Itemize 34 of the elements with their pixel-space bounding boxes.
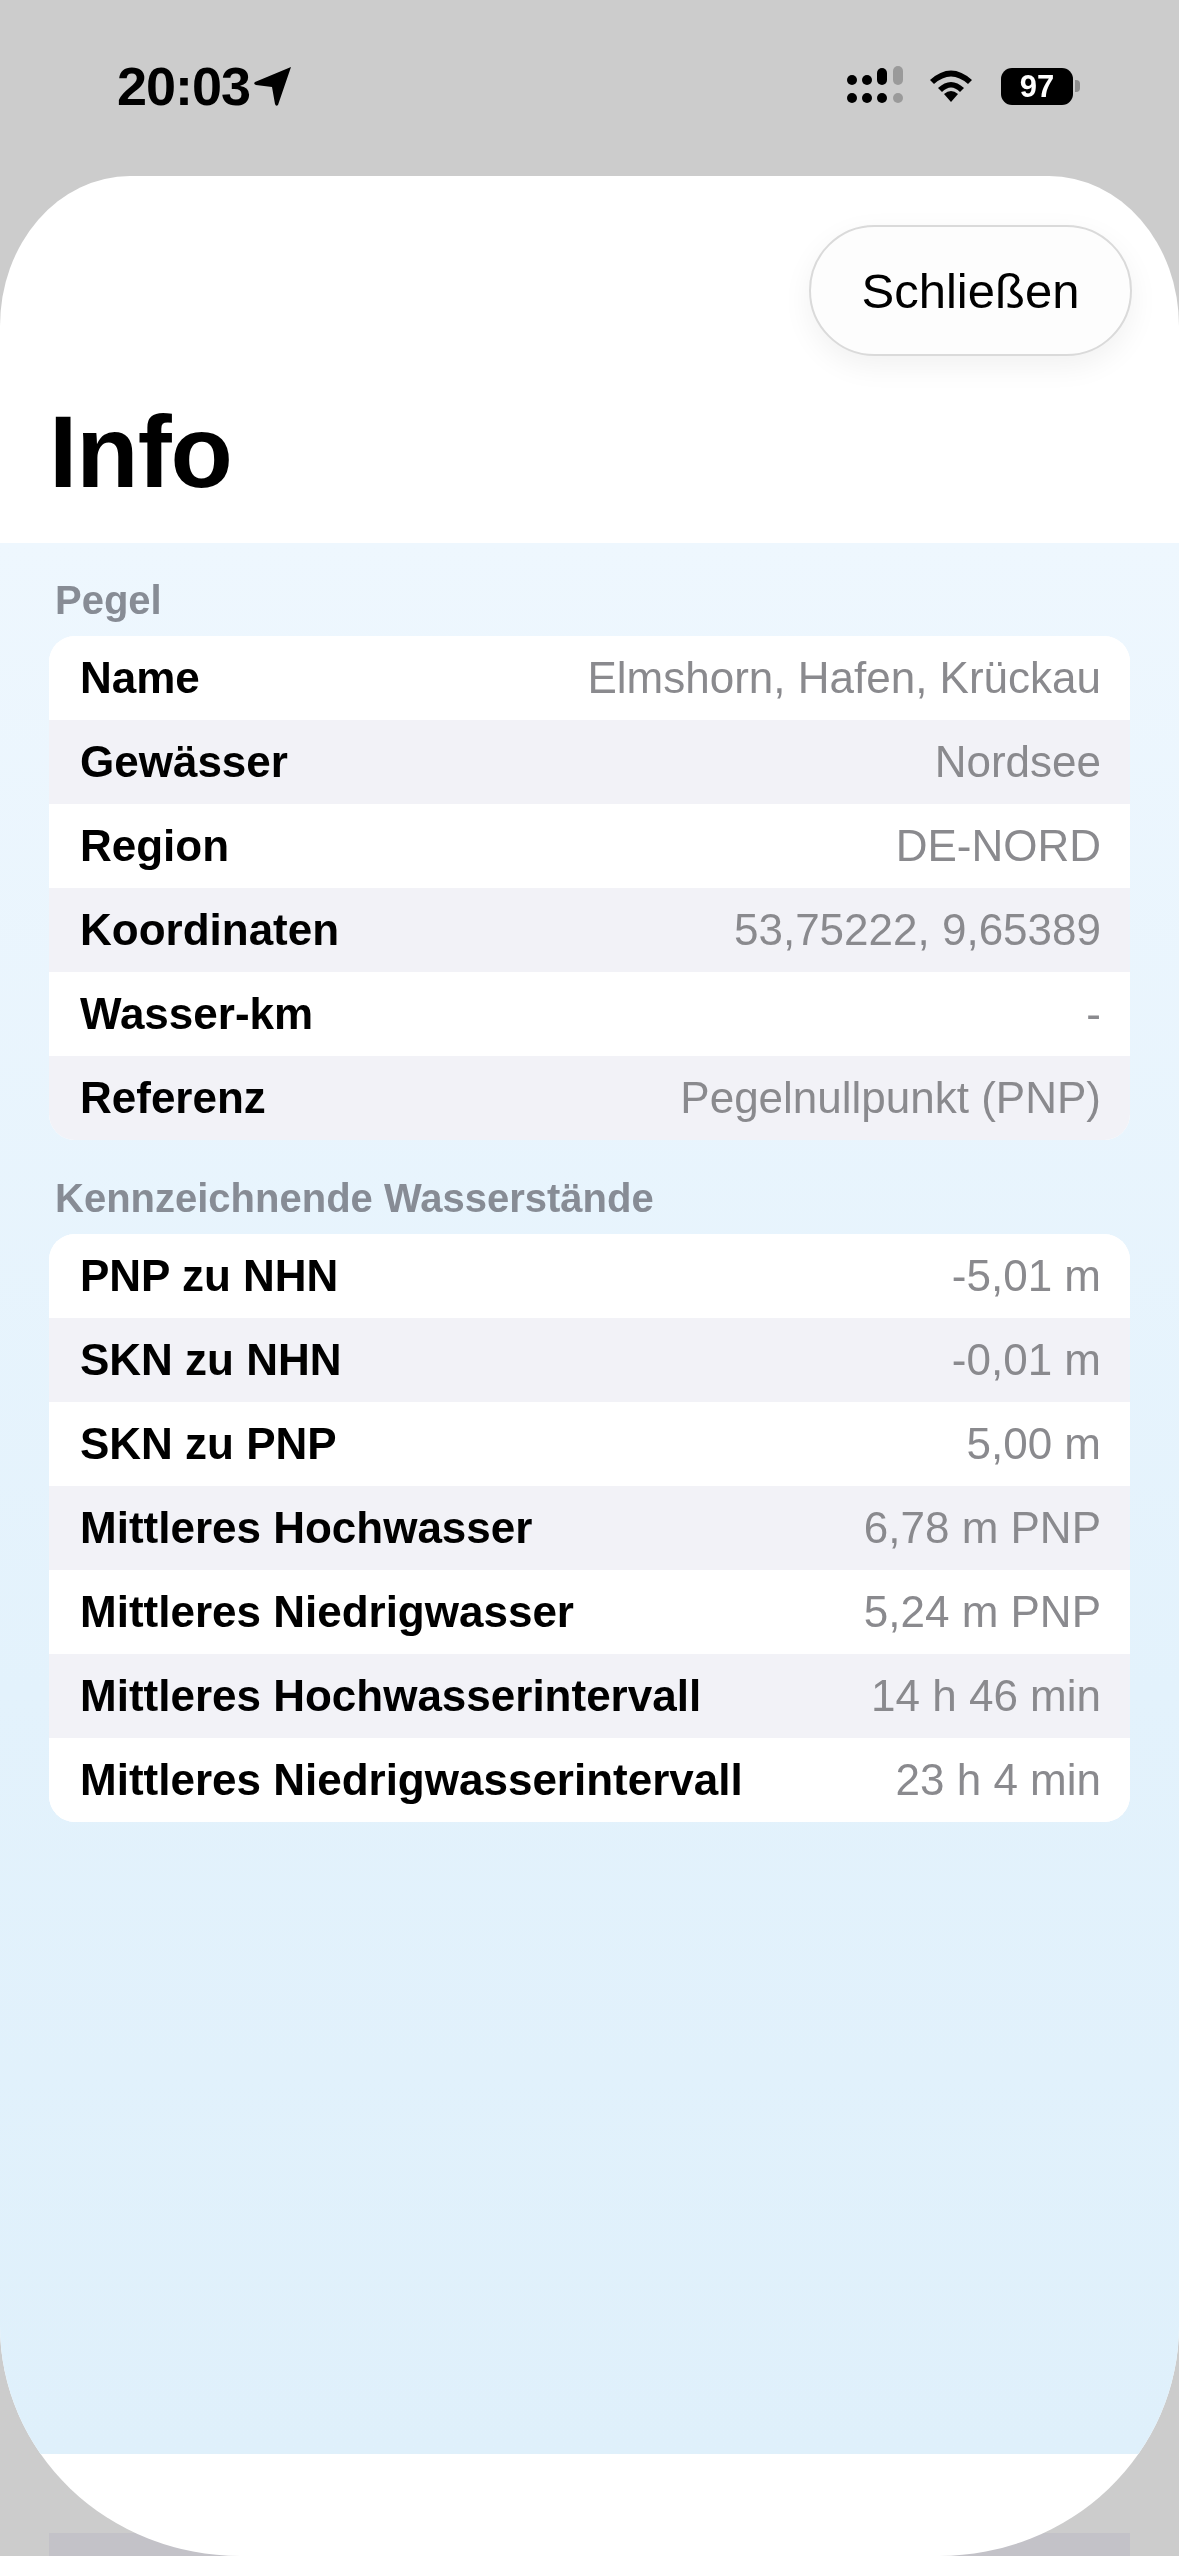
section-header: Kennzeichnende Wasserstände [54, 1175, 654, 1222]
row-label: Mittleres Niedrigwasser [80, 1587, 574, 1637]
page-title: Info [49, 394, 232, 511]
row-value: 53,75222, 9,65389 [733, 905, 1101, 955]
row-value: 14 h 46 min [871, 1671, 1101, 1721]
row-value: DE-NORD [895, 821, 1101, 871]
row-value: - [1086, 989, 1101, 1039]
row-value: -5,01 m [951, 1251, 1101, 1301]
row-value: 6,78 m PNP [863, 1503, 1101, 1553]
battery-indicator: 97 [1001, 67, 1080, 105]
location-arrow-icon [253, 65, 294, 107]
section-header: Pegel [54, 577, 162, 624]
row-label: SKN zu PNP [80, 1419, 337, 1469]
row-value: 5,24 m PNP [863, 1587, 1101, 1637]
row-label: Mittleres Niedrigwasserintervall [80, 1755, 743, 1805]
row-value: Pegelnullpunkt (PNP) [680, 1073, 1101, 1123]
row-label: Mittleres Hochwasserintervall [80, 1671, 702, 1721]
row-value: -0,01 m [951, 1335, 1101, 1385]
signal-icon [846, 66, 905, 106]
status-time: 20:03 [117, 64, 251, 108]
row-value: 23 h 4 min [895, 1755, 1101, 1805]
row-label: Region [80, 821, 230, 871]
row-label: Gewässer [80, 737, 288, 787]
row-label: Mittleres Hochwasser [80, 1503, 533, 1553]
row-value: Elmshorn, Hafen, Krückau [587, 653, 1101, 703]
row-label: PNP zu NHN [80, 1251, 339, 1301]
row-label: Koordinaten [80, 905, 340, 955]
row-label: Referenz [80, 1073, 266, 1123]
row-label: Name [80, 653, 200, 703]
row-label: Wasser-km [80, 989, 314, 1039]
row-label: SKN zu NHN [80, 1335, 342, 1385]
row-value: 5,00 m [966, 1419, 1101, 1469]
close-button[interactable]: Schließen [809, 225, 1132, 356]
row-value: Nordsee [934, 737, 1101, 787]
